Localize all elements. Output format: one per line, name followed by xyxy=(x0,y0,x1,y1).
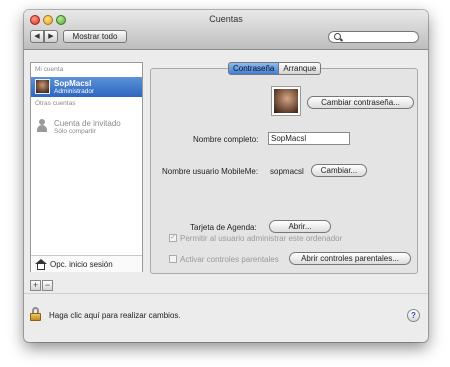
forward-button[interactable]: ▶ xyxy=(44,30,58,43)
help-button[interactable]: ? xyxy=(407,309,420,322)
mobileme-label: Nombre usuario MobileMe: xyxy=(162,167,259,176)
footer-divider xyxy=(24,293,428,294)
window-title: Cuentas xyxy=(209,14,243,24)
login-options-item[interactable]: Opc. inicio sesión xyxy=(31,255,142,272)
user-picture[interactable] xyxy=(272,87,300,115)
accounts-window: Cuentas ◀ ▶ Mostrar todo Mi cuenta SopMa… xyxy=(24,10,428,342)
other-accounts-header: Otras cuentas xyxy=(35,100,76,107)
tab-password[interactable]: Contraseña xyxy=(228,62,280,75)
house-icon xyxy=(35,259,47,270)
guest-user-icon xyxy=(37,119,47,132)
user-avatar xyxy=(35,79,50,94)
my-account-header: Mi cuenta xyxy=(35,66,64,73)
mobileme-value: sopmacsl xyxy=(270,167,304,176)
parental-controls-checkbox[interactable] xyxy=(169,255,177,263)
lock-icon[interactable] xyxy=(30,307,41,321)
account-name: SopMacsl xyxy=(54,79,92,88)
search-input[interactable] xyxy=(328,31,419,43)
back-button[interactable]: ◀ xyxy=(30,30,44,43)
accounts-list: Mi cuenta SopMacsl Administrador Otras c… xyxy=(30,62,143,272)
change-mobileme-button[interactable]: Cambiar... xyxy=(311,164,367,177)
title-bar: Cuentas ◀ ▶ Mostrar todo xyxy=(24,10,428,50)
allow-admin-label: Permitir al usuario administrar este ord… xyxy=(180,234,343,243)
parental-controls-label: Activar controles parentales xyxy=(180,255,279,264)
guest-account-subtitle: Sólo compartir xyxy=(54,128,96,135)
search-icon xyxy=(334,33,341,40)
guest-account-name: Cuenta de invitado xyxy=(54,119,121,128)
login-options-label: Opc. inicio sesión xyxy=(50,260,113,269)
lock-message: Haga clic aquí para realizar cambios. xyxy=(49,311,181,320)
address-card-label: Tarjeta de Agenda: xyxy=(190,223,257,232)
tab-bar: Contraseña Arranque xyxy=(228,62,322,75)
add-account-button[interactable]: + xyxy=(30,280,41,291)
change-password-button[interactable]: Cambiar contraseña... xyxy=(307,96,414,109)
open-parental-controls-button[interactable]: Abrir controles parentales... xyxy=(289,252,411,265)
tab-startup[interactable]: Arranque xyxy=(279,62,322,75)
full-name-label: Nombre completo: xyxy=(193,135,259,144)
forward-arrow-icon: ▶ xyxy=(48,33,54,40)
show-all-button[interactable]: Mostrar todo xyxy=(63,30,127,43)
remove-account-button[interactable]: − xyxy=(42,280,53,291)
open-address-card-button[interactable]: Abrir... xyxy=(269,220,331,233)
account-item-selected[interactable]: SopMacsl Administrador xyxy=(31,77,142,97)
back-arrow-icon: ◀ xyxy=(34,33,40,40)
full-name-field[interactable]: SopMacsl xyxy=(268,132,350,145)
allow-admin-checkbox[interactable]: ✓ xyxy=(169,234,177,242)
account-role: Administrador xyxy=(54,88,95,95)
